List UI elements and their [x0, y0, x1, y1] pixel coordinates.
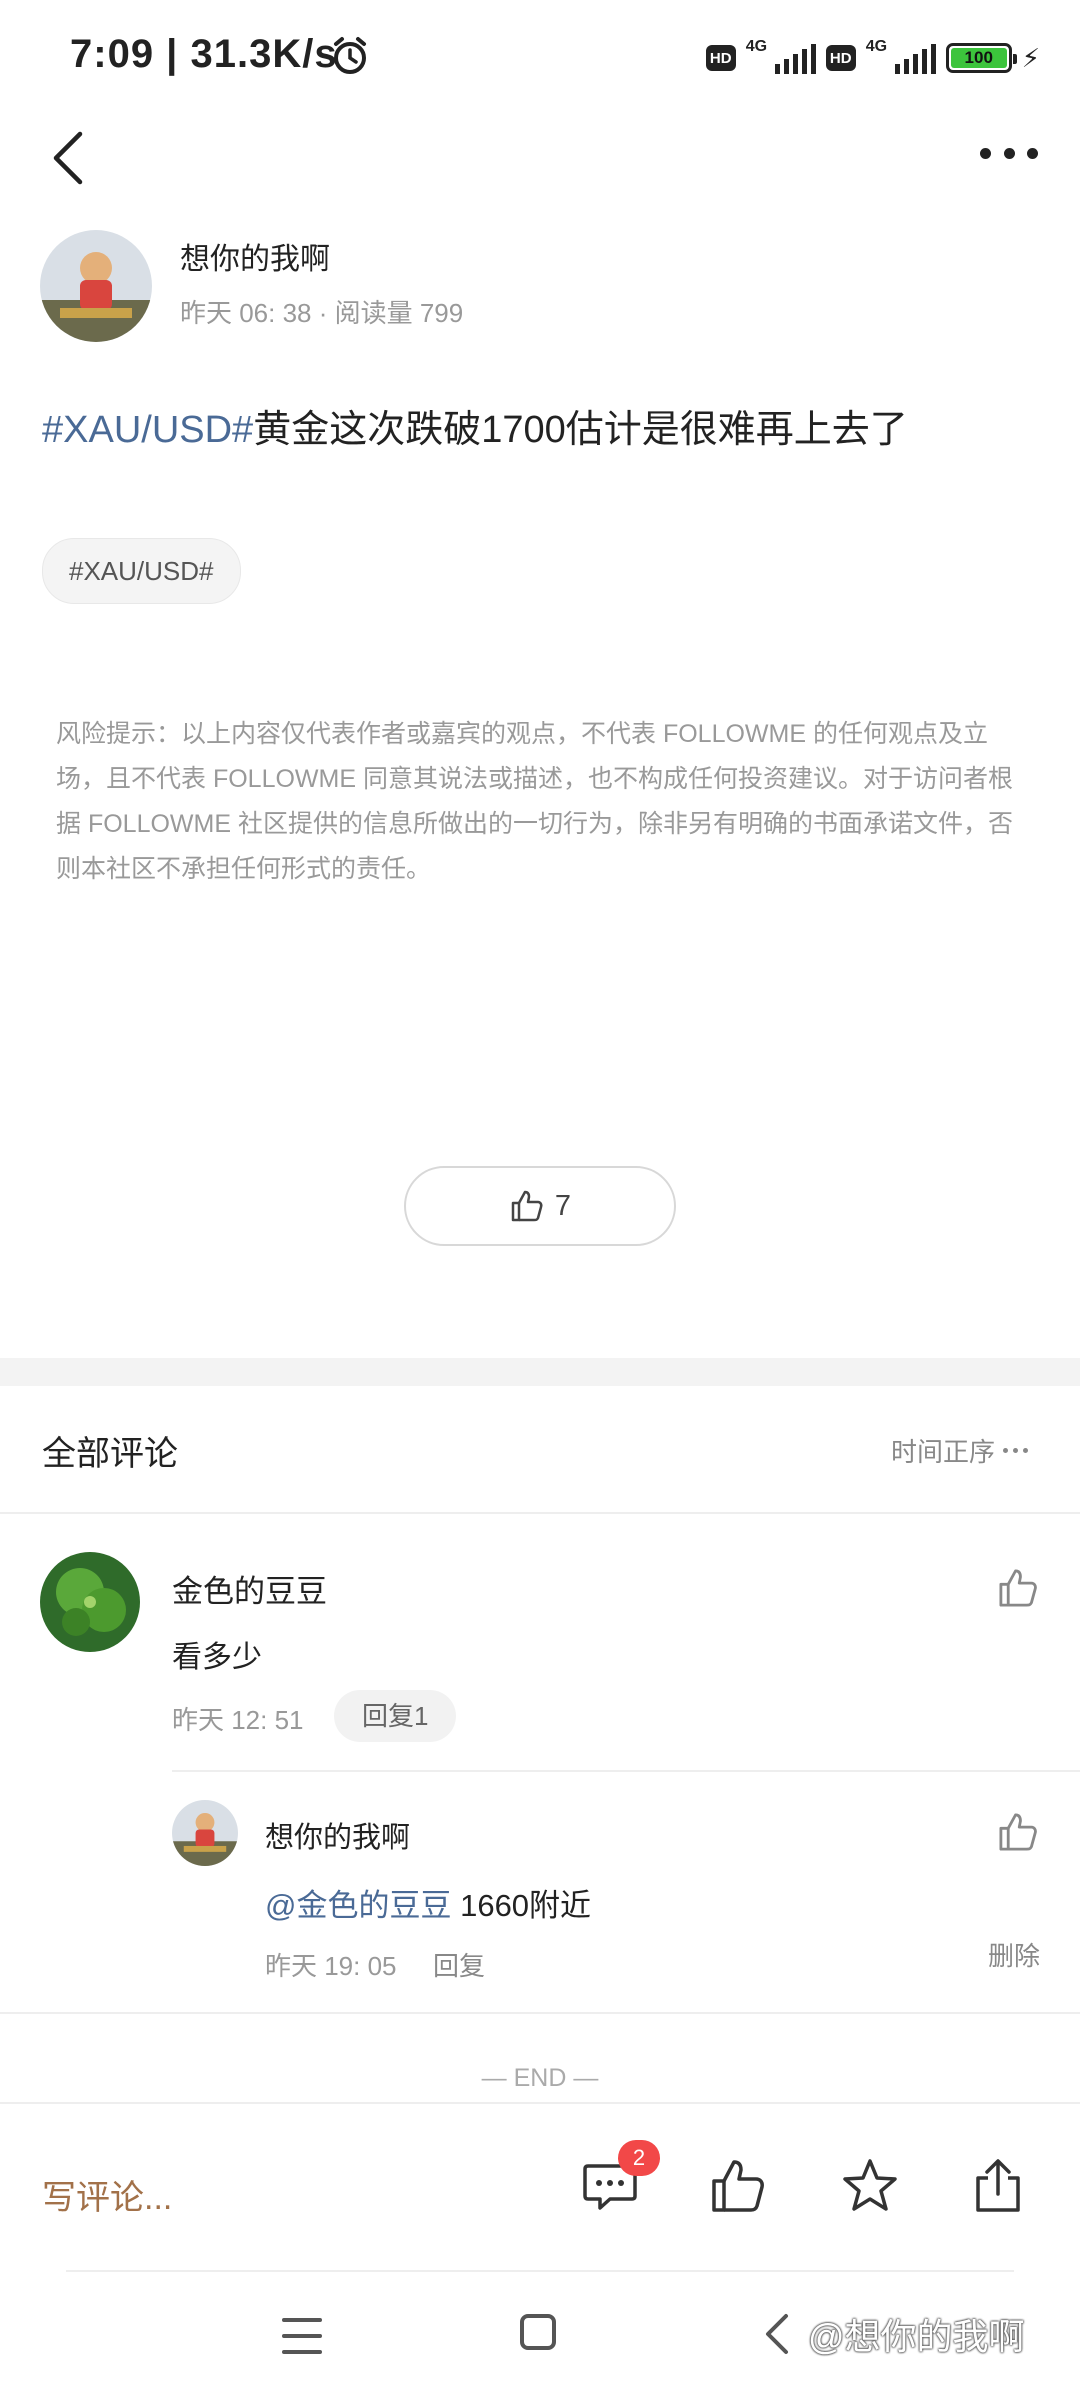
post-like-button[interactable]: 7 [404, 1166, 676, 1246]
like-count: 7 [554, 1189, 572, 1222]
comment-text: 看多少 [172, 1641, 262, 1674]
back-icon[interactable] [48, 128, 88, 188]
battery-icon: 100 [945, 43, 1017, 73]
comments-title: 全部评论 [42, 1435, 178, 1473]
author-avatar[interactable] [40, 230, 152, 342]
battery-level: 100 [950, 48, 1007, 68]
menu-icon[interactable] [282, 2318, 322, 2354]
reply-author-name[interactable]: 想你的我啊 [265, 1814, 410, 1856]
more-icon[interactable] [980, 148, 1038, 162]
mention-link[interactable]: @金色的豆豆 [265, 1888, 451, 1923]
reply-time: 昨天 19: 05 [265, 1951, 397, 1981]
write-comment-input[interactable]: 写评论... [42, 2170, 172, 2219]
status-time: 7:09 | 31.3K/s [70, 32, 338, 76]
risk-disclaimer: 风险提示：以上内容仅代表作者或嘉宾的观点，不代表 FOLLOWME 的任何观点及… [56, 720, 1013, 883]
end-marker: — END — [481, 2064, 599, 2092]
delete-button[interactable]: 删除 [988, 1936, 1040, 1973]
network-type: 4G [745, 38, 768, 55]
thumbs-up-icon [511, 1190, 543, 1222]
watermark: @想你的我啊 [808, 2316, 1025, 2357]
charging-icon: ⚡ [1021, 42, 1040, 73]
comment-count-badge: 2 [618, 2140, 660, 2176]
hd-icon: HD [705, 45, 736, 71]
sort-more-icon [1003, 1448, 1028, 1453]
comments-end-divider [0, 2012, 1080, 2014]
reply-body: 1660附近 [451, 1888, 592, 1923]
post-title-tag[interactable]: #XAU/USD# [42, 409, 253, 451]
commenter-avatar[interactable] [40, 1552, 140, 1652]
thumbs-up-icon[interactable] [996, 1566, 1040, 1610]
thumbs-up-icon[interactable] [996, 1810, 1040, 1854]
network-type-2: 4G [865, 38, 888, 55]
comment-time: 昨天 12: 51 [172, 1705, 304, 1735]
alarm-icon [334, 37, 366, 74]
header-divider [0, 1512, 1080, 1514]
post-title-text: 黄金这次跌破1700估计是很难再上去了 [253, 409, 908, 451]
sort-label: 时间正序 [890, 1437, 995, 1467]
action-bar-divider [66, 2270, 1014, 2272]
status-indicators: HD 4G HD 4G 100 ⚡ [705, 38, 1040, 78]
post-meta: 昨天 06: 38 · 阅读量 799 [180, 298, 464, 328]
section-divider [0, 1358, 1080, 1386]
commenter-name[interactable]: 金色的豆豆 [172, 1566, 327, 1611]
sort-button[interactable]: 时间正序 [891, 1432, 1028, 1469]
signal-icon: 4G [745, 38, 816, 76]
reply-button[interactable]: 回复 [433, 1946, 485, 1983]
home-icon[interactable] [520, 2314, 556, 2350]
star-icon[interactable] [840, 2156, 900, 2216]
reply-avatar[interactable] [172, 1800, 238, 1866]
topic-chip[interactable]: #XAU/USD# [42, 538, 241, 604]
reply-text: @金色的豆豆 1660附近 [265, 1880, 591, 1925]
post-title: #XAU/USD#黄金这次跌破1700估计是很难再上去了 [42, 398, 908, 453]
share-icon[interactable] [968, 2156, 1028, 2216]
signal-icon-2: 4G [865, 38, 936, 76]
reply-divider [172, 1770, 1080, 1772]
nav-back-icon[interactable] [762, 2310, 792, 2358]
thumbs-up-icon[interactable] [708, 2156, 768, 2216]
hd-icon-2: HD [825, 45, 856, 71]
reply-count-button[interactable]: 回复1 [334, 1690, 457, 1742]
author-name[interactable]: 想你的我啊 [180, 234, 330, 278]
